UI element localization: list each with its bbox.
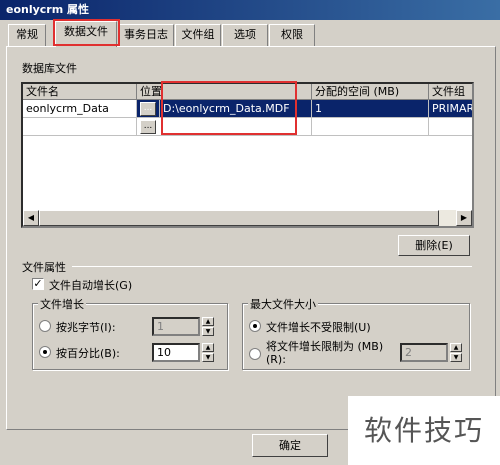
growth-by-percent-radio[interactable] xyxy=(39,346,51,358)
growth-group-title: 文件增长 xyxy=(38,296,86,312)
delete-button[interactable]: 删除(E) xyxy=(398,235,470,256)
tab-general[interactable]: 常规 xyxy=(8,24,46,46)
row-size[interactable]: 1 xyxy=(312,100,429,118)
window-title: eonlycrm 属性 xyxy=(0,0,500,20)
col-header-size[interactable]: 分配的空间 (MB) xyxy=(312,84,429,100)
grid-horizontal-scrollbar[interactable]: ◀ ▶ xyxy=(23,210,472,226)
new-row-size[interactable] xyxy=(312,118,429,136)
scroll-right-arrow-icon[interactable]: ▶ xyxy=(456,210,472,226)
growth-mb-spinner[interactable]: ▲ ▼ xyxy=(202,317,214,336)
browse-button-new[interactable]: ... xyxy=(140,120,156,134)
tab-filegroups[interactable]: 文件组 xyxy=(175,24,221,46)
new-row-filename[interactable] xyxy=(23,118,137,136)
col-header-filename[interactable]: 文件名 xyxy=(23,84,137,100)
growth-mb-input[interactable]: 1 xyxy=(152,317,200,336)
growth-percent-input[interactable]: 10 xyxy=(152,343,200,362)
max-limit-spinner[interactable]: ▲ ▼ xyxy=(450,343,462,362)
row-filegroup[interactable]: PRIMAR xyxy=(429,100,472,118)
spin-down-icon[interactable]: ▼ xyxy=(450,353,462,362)
auto-grow-label[interactable]: 文件自动增长(G) xyxy=(49,277,132,293)
growth-by-mb-radio[interactable] xyxy=(39,320,51,332)
file-props-section-label: 文件属性 xyxy=(22,261,66,274)
max-limit-label[interactable]: 将文件增长限制为 (MB)(R): xyxy=(266,340,394,366)
col-header-filegroup[interactable]: 文件组 xyxy=(429,84,472,100)
scroll-left-arrow-icon[interactable]: ◀ xyxy=(23,210,39,226)
new-row-filegroup[interactable] xyxy=(429,118,472,136)
max-unlimited-label[interactable]: 文件增长不受限制(U) xyxy=(266,319,371,335)
tab-transaction-log[interactable]: 事务日志 xyxy=(118,24,174,46)
spin-up-icon[interactable]: ▲ xyxy=(202,317,214,326)
tab-highlight-box xyxy=(53,19,120,46)
growth-percent-spinner[interactable]: ▲ ▼ xyxy=(202,343,214,362)
tab-permissions[interactable]: 权限 xyxy=(269,24,315,46)
row-filename[interactable]: eonlycrm_Data xyxy=(23,100,137,118)
spin-up-icon[interactable]: ▲ xyxy=(202,343,214,352)
location-highlight-box xyxy=(161,81,297,135)
growth-by-mb-label[interactable]: 按兆字节(I): xyxy=(56,319,116,335)
max-limit-input[interactable]: 2 xyxy=(400,343,448,362)
max-unlimited-radio[interactable] xyxy=(249,320,261,332)
ok-button[interactable]: 确定 xyxy=(252,434,328,457)
row-location-prefix: ... xyxy=(137,100,160,118)
spin-down-icon[interactable]: ▼ xyxy=(202,353,214,362)
max-limit-radio[interactable] xyxy=(249,348,261,360)
auto-grow-checkbox[interactable]: ✓ xyxy=(32,278,44,290)
growth-by-percent-label[interactable]: 按百分比(B): xyxy=(56,345,120,361)
tab-options[interactable]: 选项 xyxy=(222,24,268,46)
db-files-section-label: 数据库文件 xyxy=(22,62,77,75)
max-size-group-title: 最大文件大小 xyxy=(248,296,318,312)
watermark-text: 软件技巧 xyxy=(348,396,500,465)
section-divider xyxy=(72,266,472,267)
spin-up-icon[interactable]: ▲ xyxy=(450,343,462,352)
browse-button[interactable]: ... xyxy=(140,102,156,116)
scroll-thumb[interactable] xyxy=(39,210,439,226)
spin-down-icon[interactable]: ▼ xyxy=(202,327,214,336)
